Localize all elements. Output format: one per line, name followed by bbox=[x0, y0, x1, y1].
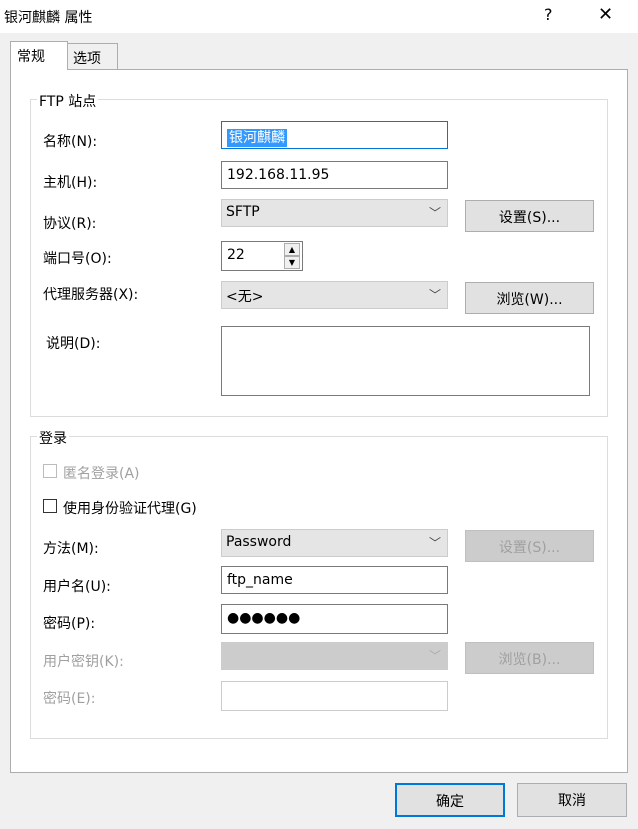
key-browse-button[interactable]: 浏览(B)... bbox=[465, 642, 594, 674]
cancel-button[interactable]: 取消 bbox=[517, 783, 627, 817]
protocol-settings-button[interactable]: 设置(S)... bbox=[465, 200, 594, 232]
tab-general[interactable]: 常规 bbox=[10, 41, 68, 70]
chevron-down-icon: ﹀ bbox=[428, 649, 441, 663]
username-input-value: ftp_name bbox=[227, 572, 293, 588]
host-input-value: 192.168.11.95 bbox=[227, 167, 330, 183]
auth-agent-label: 使用身份验证代理(G) bbox=[63, 501, 197, 517]
port-decrement-button[interactable]: ▼ bbox=[284, 256, 300, 269]
user-key-label: 用户密钥(K): bbox=[43, 654, 124, 670]
proxy-select[interactable]: <无> ﹀ bbox=[221, 281, 448, 309]
auth-agent-checkbox[interactable] bbox=[43, 499, 57, 513]
chevron-down-icon: ﹀ bbox=[428, 288, 441, 302]
method-settings-button[interactable]: 设置(S)... bbox=[465, 530, 594, 562]
port-label: 端口号(O): bbox=[43, 251, 112, 267]
username-label: 用户名(U): bbox=[43, 579, 111, 595]
name-input-value: 银河麒麟 bbox=[227, 129, 287, 147]
protocol-select[interactable]: SFTP ﹀ bbox=[221, 199, 448, 227]
protocol-label: 协议(R): bbox=[43, 216, 97, 232]
passphrase-label: 密码(E): bbox=[43, 691, 96, 707]
password-label: 密码(P): bbox=[43, 616, 96, 632]
method-select[interactable]: Password ﹀ bbox=[221, 529, 448, 557]
tab-options[interactable]: 选项 bbox=[66, 43, 118, 70]
tab-general-label: 常规 bbox=[17, 49, 45, 65]
user-key-select[interactable]: ﹀ bbox=[221, 642, 448, 670]
password-input[interactable]: ●●●●●● bbox=[221, 604, 448, 634]
method-label: 方法(M): bbox=[43, 541, 99, 557]
anonymous-label: 匿名登录(A) bbox=[63, 466, 140, 482]
host-input[interactable]: 192.168.11.95 bbox=[221, 161, 448, 189]
description-label: 说明(D): bbox=[46, 336, 101, 352]
proxy-label: 代理服务器(X): bbox=[43, 287, 139, 303]
close-icon[interactable]: ✕ bbox=[598, 4, 613, 25]
description-textarea[interactable] bbox=[221, 326, 590, 396]
password-input-value: ●●●●●● bbox=[227, 610, 301, 626]
chevron-down-icon: ﹀ bbox=[428, 536, 441, 550]
title-bar bbox=[0, 0, 638, 33]
host-label: 主机(H): bbox=[43, 175, 98, 191]
proxy-select-value: <无> bbox=[226, 289, 264, 305]
port-increment-button[interactable]: ▲ bbox=[284, 243, 300, 256]
anonymous-checkbox[interactable] bbox=[43, 464, 57, 478]
name-label: 名称(N): bbox=[43, 134, 98, 150]
login-group-label: 登录 bbox=[37, 428, 69, 448]
chevron-down-icon: ﹀ bbox=[428, 206, 441, 220]
name-input[interactable]: 银河麒麟 bbox=[221, 121, 448, 149]
tab-options-label: 选项 bbox=[73, 51, 101, 67]
port-input-value: 22 bbox=[227, 247, 245, 263]
ok-button[interactable]: 确定 bbox=[395, 783, 505, 817]
passphrase-input[interactable] bbox=[221, 681, 448, 711]
help-icon[interactable]: ? bbox=[544, 5, 553, 24]
protocol-select-value: SFTP bbox=[226, 204, 260, 220]
username-input[interactable]: ftp_name bbox=[221, 566, 448, 594]
window-title: 银河麒麟 属性 bbox=[4, 10, 93, 26]
proxy-browse-button[interactable]: 浏览(W)... bbox=[465, 282, 594, 314]
ftp-site-group-label: FTP 站点 bbox=[37, 91, 99, 111]
method-select-value: Password bbox=[226, 534, 292, 550]
